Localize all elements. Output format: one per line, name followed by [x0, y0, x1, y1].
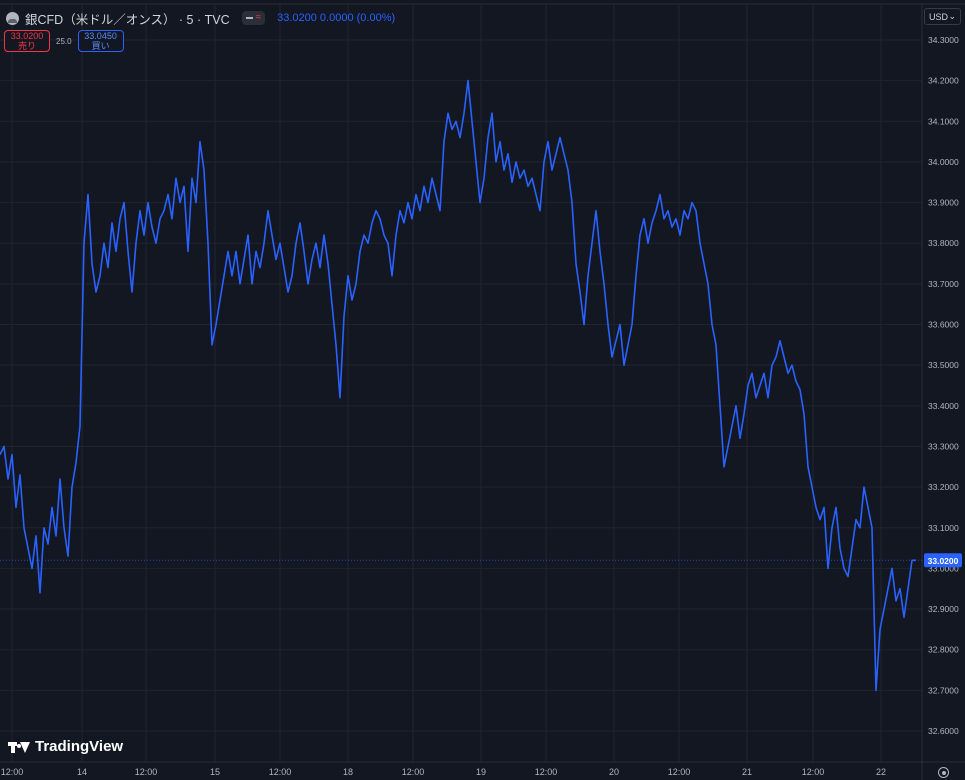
- minus-icon: [245, 17, 253, 19]
- last-price-label: 33.0200: [928, 556, 959, 566]
- legend-value: 33.0200 0.0000 (0.00%): [277, 12, 396, 24]
- x-tick-label: 15: [210, 767, 220, 777]
- y-tick-label: 32.7000: [928, 685, 959, 695]
- y-tick-label: 33.1000: [928, 523, 959, 533]
- y-tick-label: 32.6000: [928, 726, 959, 736]
- currency-selector[interactable]: USD ⌄: [924, 8, 961, 25]
- x-tick-label: 14: [77, 767, 87, 777]
- currency-label: USD: [929, 11, 949, 22]
- symbol-icon: [6, 11, 19, 25]
- x-tick-label: 20: [609, 767, 619, 777]
- y-tick-label: 34.3000: [928, 35, 959, 45]
- y-tick-label: 33.5000: [928, 360, 959, 370]
- x-tick-label: 12:00: [1, 767, 24, 777]
- tradingview-logo-icon: [8, 740, 30, 754]
- x-tick-label: 12:00: [802, 767, 825, 777]
- x-tick-label: 12:00: [135, 767, 158, 777]
- x-tick-label: 21: [742, 767, 752, 777]
- symbol-legend: 銀CFD（米ドル／オンス） · 5 · TVC ≈ 33.0200 0.0000…: [6, 9, 395, 27]
- buy-label: 買い: [91, 41, 110, 51]
- sell-label: 売り: [17, 41, 36, 51]
- x-tick-label: 12:00: [668, 767, 691, 777]
- sell-button[interactable]: 33.0200 売り: [4, 30, 50, 52]
- buy-price: 33.0450: [84, 31, 117, 41]
- y-tick-label: 33.4000: [928, 401, 959, 411]
- y-tick-label: 33.3000: [928, 441, 959, 451]
- buy-button[interactable]: 33.0450 買い: [77, 30, 124, 52]
- legend-toggle[interactable]: ≈: [241, 11, 266, 25]
- x-tick-label: 12:00: [402, 767, 425, 777]
- trade-panel: 33.0200 売り 25.0 33.0450 買い: [4, 30, 124, 52]
- y-tick-label: 32.9000: [928, 604, 959, 614]
- y-tick-label: 34.1000: [928, 116, 959, 126]
- price-line-series[interactable]: [0, 79, 916, 692]
- x-tick-label: 19: [476, 767, 486, 777]
- y-tick-label: 33.7000: [928, 279, 959, 289]
- x-tick-label: 22: [876, 767, 886, 777]
- tradingview-logo[interactable]: TradingView: [8, 738, 123, 755]
- sell-price: 33.0200: [10, 31, 44, 41]
- y-tick-label: 32.8000: [928, 645, 959, 655]
- spread-value: 25.0: [56, 36, 72, 46]
- y-tick-label: 34.0000: [928, 157, 959, 167]
- chevron-down-icon: ⌄: [948, 11, 956, 21]
- symbol-title[interactable]: 銀CFD（米ドル／オンス） · 5 · TVC: [25, 9, 230, 28]
- approx-icon: ≈: [255, 12, 262, 23]
- tradingview-wordmark: TradingView: [35, 738, 124, 755]
- y-tick-label: 33.8000: [928, 238, 959, 248]
- y-tick-label: 33.2000: [928, 482, 959, 492]
- y-tick-label: 33.6000: [928, 320, 959, 330]
- x-tick-label: 18: [343, 767, 353, 777]
- settings-icon[interactable]: [938, 767, 949, 778]
- y-tick-label: 34.2000: [928, 76, 959, 86]
- y-tick-label: 33.9000: [928, 198, 959, 208]
- x-tick-label: 12:00: [535, 767, 558, 777]
- price-chart[interactable]: 34.3000 34.2000 34.1000 34.0000 33.9000 33.80…: [0, 0, 965, 780]
- x-tick-label: 12:00: [269, 767, 292, 777]
